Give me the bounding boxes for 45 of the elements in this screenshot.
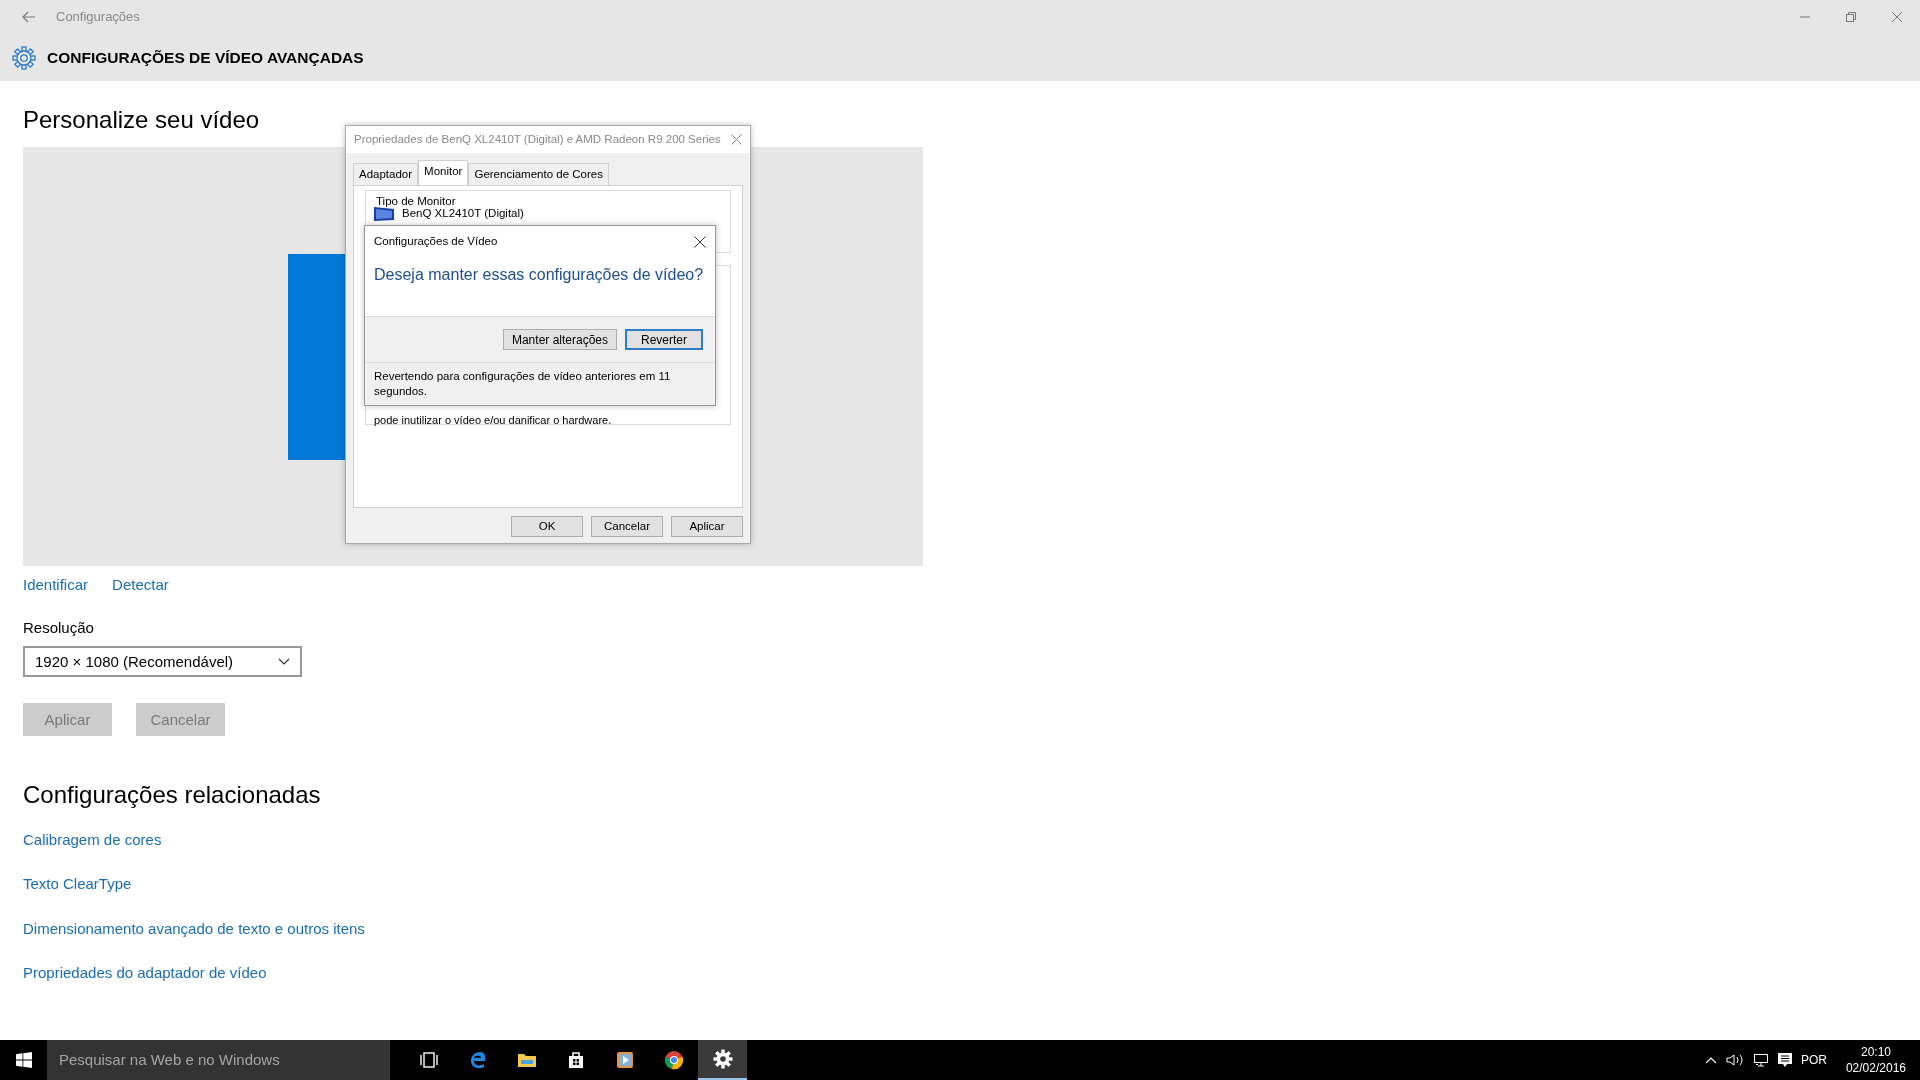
- dialog-button[interactable]: Aplicar: [671, 516, 743, 537]
- window-title: Configurações: [56, 8, 140, 27]
- dialog-title: Configurações de Vídeo: [374, 234, 498, 250]
- link[interactable]: Dimensionamento avançado de texto e outros itens: [23, 917, 365, 941]
- browser-circle-icon: [663, 1050, 684, 1070]
- windows-logo-icon[interactable]: [15, 1052, 32, 1068]
- resolution-label: Resolução: [23, 617, 95, 638]
- back-arrow-icon[interactable]: [22, 11, 36, 23]
- link[interactable]: Calibragem de cores: [23, 828, 162, 852]
- tab[interactable]: Adaptador: [353, 162, 419, 185]
- countdown-text: Revertendo para configurações de vídeo anteriores em 11 segundos.: [373, 369, 672, 399]
- speaker-icon[interactable]: [1725, 1053, 1744, 1067]
- chevron-up-icon[interactable]: [1704, 1056, 1717, 1064]
- restore-icon[interactable]: [1845, 11, 1857, 23]
- resolution-dropdown[interactable]: 1920 × 1080 (Recomendável): [23, 646, 302, 678]
- close-icon[interactable]: [694, 236, 706, 248]
- dialog-button[interactable]: Cancelar: [591, 516, 663, 537]
- page-title: CONFIGURAÇÕES DE VÍDEO AVANÇADAS: [47, 47, 364, 68]
- dialog-button[interactable]: Manter alterações: [502, 329, 617, 350]
- settings-icon: [12, 45, 36, 70]
- dialog-question: Deseja manter essas configurações de vídeo?: [374, 265, 705, 285]
- section-heading: Configurações relacionadas: [23, 782, 322, 809]
- section-heading: Personalize seu vídeo: [23, 107, 261, 134]
- dialog-title: Propriedades de BenQ XL2410T (Digital) e AMD Radeon R9 200 Series: [354, 131, 721, 147]
- tab[interactable]: Monitor: [418, 159, 469, 185]
- tab[interactable]: Gerenciamento de Cores: [468, 162, 609, 185]
- link[interactable]: Texto ClearType: [23, 873, 132, 896]
- task-view-icon: [418, 1050, 439, 1070]
- notification-icon[interactable]: [1777, 1052, 1792, 1068]
- dialog-button[interactable]: OK: [511, 516, 583, 537]
- play-tile-icon: [614, 1050, 635, 1070]
- link[interactable]: Identificar: [23, 574, 89, 597]
- dialog-button[interactable]: Reverter: [625, 329, 703, 350]
- chevron-down-icon: [278, 657, 290, 666]
- link[interactable]: Detectar: [112, 574, 169, 597]
- clock-date[interactable]: 02/02/2016: [1845, 1060, 1906, 1077]
- language-indicator[interactable]: POR: [1800, 1051, 1827, 1069]
- network-monitor-icon[interactable]: [1752, 1053, 1769, 1067]
- monitor-icon: [374, 206, 394, 221]
- clock-time[interactable]: 20:10: [1860, 1043, 1891, 1060]
- warning-text: pode inutilizar o vídeo e/ou danificar o hardware.: [374, 415, 613, 426]
- settings-icon: [712, 1049, 733, 1069]
- search-field[interactable]: Pesquisar na Web e no Windows: [47, 1040, 390, 1080]
- link[interactable]: Propriedades do adaptador de vídeo: [23, 962, 267, 985]
- taskbar-button[interactable]: [698, 1040, 747, 1080]
